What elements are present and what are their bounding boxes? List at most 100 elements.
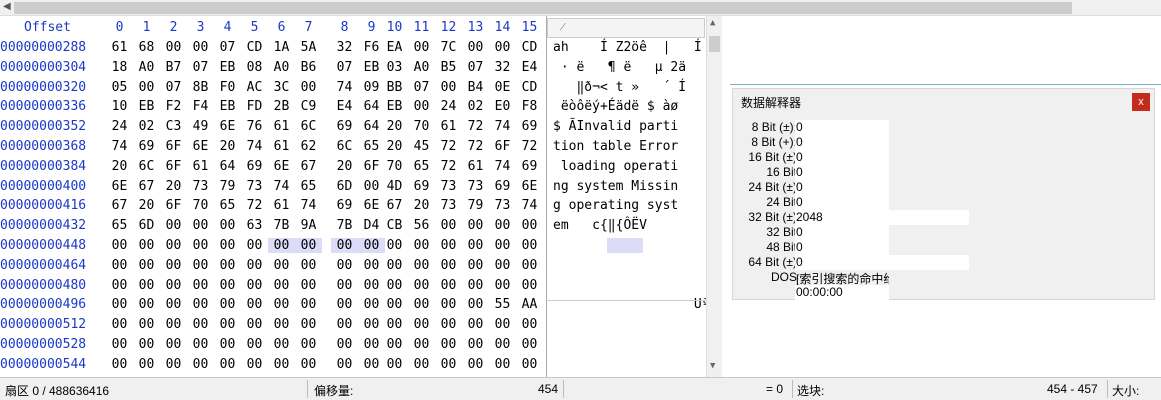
hex-byte[interactable]: 00 (489, 258, 516, 273)
hex-byte[interactable]: 00 (408, 238, 435, 253)
hex-byte[interactable]: 72 (435, 159, 462, 174)
hex-byte[interactable]: 72 (435, 139, 462, 154)
hex-byte[interactable]: 61 (268, 139, 295, 154)
hex-byte[interactable]: 00 (268, 278, 295, 293)
hex-byte[interactable]: 79 (214, 179, 241, 194)
hex-byte[interactable]: 00 (241, 278, 268, 293)
hex-byte[interactable]: EB (381, 99, 408, 114)
hex-byte[interactable]: 72 (462, 139, 489, 154)
hex-byte[interactable]: 74 (241, 139, 268, 154)
hex-byte[interactable]: 00 (381, 258, 408, 273)
hex-byte[interactable]: 6F (160, 198, 187, 213)
interpreter-value[interactable]: 0 (795, 240, 889, 255)
hex-byte[interactable]: 00 (331, 357, 358, 372)
hex-byte[interactable]: 74 (295, 198, 322, 213)
hex-byte[interactable]: 00 (187, 297, 214, 312)
hex-byte[interactable]: 20 (133, 198, 160, 213)
hex-byte[interactable]: 00 (187, 337, 214, 352)
hex-byte[interactable]: 00 (241, 297, 268, 312)
hex-row[interactable]: 00000000544 00 00 00 00 00 00 00 00 00 00 00 00 00 00 0… (0, 355, 546, 375)
hex-byte[interactable]: 00 (462, 357, 489, 372)
hex-byte[interactable]: 00 (516, 357, 543, 372)
hex-byte[interactable]: 00 (489, 317, 516, 332)
hex-byte[interactable]: 00 (241, 317, 268, 332)
hex-byte[interactable]: 0E (489, 80, 516, 95)
hex-byte[interactable]: 4D (381, 179, 408, 194)
hex-byte[interactable]: 72 (241, 198, 268, 213)
hex-byte[interactable]: 6F (160, 159, 187, 174)
hex-byte[interactable]: 00 (516, 317, 543, 332)
hex-byte[interactable]: 00 (133, 337, 160, 352)
hex-byte[interactable]: 00 (408, 357, 435, 372)
hex-byte[interactable]: 69 (133, 139, 160, 154)
hex-byte[interactable]: 00 (187, 258, 214, 273)
hex-row[interactable]: 00000000304 18 A0 B7 07 EB 08 A0 B6 07 EB 03 A0 B5 07 3… (0, 58, 546, 78)
hex-byte[interactable]: 00 (462, 297, 489, 312)
hex-byte[interactable]: 00 (241, 238, 268, 253)
hex-byte[interactable]: 55 (489, 297, 516, 312)
hex-byte[interactable]: 00 (214, 258, 241, 273)
text-row[interactable]: Uª (553, 295, 710, 315)
hex-byte[interactable]: 00 (160, 278, 187, 293)
hex-byte[interactable]: 67 (133, 179, 160, 194)
hex-byte[interactable]: 74 (268, 179, 295, 194)
hex-byte[interactable]: 74 (106, 139, 133, 154)
hex-row[interactable]: 00000000368 74 69 6F 6E 20 74 61 62 6C 65 20 45 72 72 6… (0, 137, 546, 157)
hex-byte[interactable]: 6F (160, 139, 187, 154)
hex-byte[interactable]: 00 (214, 297, 241, 312)
hex-byte[interactable]: E4 (516, 60, 543, 75)
hex-byte[interactable]: 61 (106, 40, 133, 55)
hex-byte[interactable]: 00 (187, 278, 214, 293)
hex-byte[interactable]: BB (381, 80, 408, 95)
text-row[interactable]: loading operati (553, 157, 705, 177)
hex-byte[interactable]: 67 (295, 159, 322, 174)
hex-byte[interactable]: 02 (462, 99, 489, 114)
hex-byte[interactable]: 00 (462, 218, 489, 233)
hex-byte[interactable]: 00 (331, 258, 358, 273)
interpreter-value[interactable]: 0 (795, 180, 889, 195)
hex-byte[interactable]: 00 (408, 317, 435, 332)
hex-row[interactable]: 00000000432 65 6D 00 00 00 63 7B 9A 7B D4 CB 56 00 00 0… (0, 216, 546, 236)
hex-byte[interactable]: 00 (489, 40, 516, 55)
scroll-left-icon[interactable]: ◀ (3, 1, 11, 12)
top-scrollbar-thumb[interactable] (14, 2, 1072, 14)
hex-byte[interactable]: 74 (489, 119, 516, 134)
hex-byte[interactable]: 20 (331, 159, 358, 174)
interpreter-value[interactable]: 0 (795, 195, 889, 210)
hex-byte[interactable]: 69 (516, 159, 543, 174)
hex-byte[interactable]: 00 (381, 278, 408, 293)
hex-row[interactable]: 00000000416 67 20 6F 70 65 72 61 74 69 6E 67 20 73 79 7… (0, 196, 546, 216)
hex-byte[interactable]: 64 (214, 159, 241, 174)
hex-byte[interactable]: 00 (408, 278, 435, 293)
hex-byte[interactable]: 32 (331, 40, 358, 55)
hex-byte[interactable]: 00 (435, 80, 462, 95)
hex-byte[interactable]: 00 (133, 317, 160, 332)
hex-byte[interactable]: 61 (268, 198, 295, 213)
hex-byte[interactable]: 00 (381, 357, 408, 372)
hex-byte[interactable]: 73 (462, 179, 489, 194)
hex-byte[interactable]: 65 (106, 218, 133, 233)
hex-byte[interactable]: 00 (133, 80, 160, 95)
hex-byte[interactable]: 00 (187, 218, 214, 233)
hex-byte[interactable]: 20 (160, 179, 187, 194)
hex-byte[interactable]: 7B (268, 218, 295, 233)
hex-byte[interactable]: 00 (160, 218, 187, 233)
interpreter-value[interactable]: 0 (795, 255, 969, 270)
hex-byte[interactable]: F4 (187, 99, 214, 114)
hex-byte[interactable]: EB (214, 60, 241, 75)
hex-byte[interactable]: B5 (435, 60, 462, 75)
hex-byte[interactable]: 00 (295, 297, 322, 312)
hex-byte[interactable]: 49 (187, 119, 214, 134)
hex-byte[interactable]: 20 (106, 159, 133, 174)
hex-byte[interactable]: F0 (214, 80, 241, 95)
text-row[interactable] (553, 355, 705, 375)
hex-byte[interactable]: 00 (268, 297, 295, 312)
hex-byte[interactable]: 24 (435, 99, 462, 114)
hex-byte[interactable]: 00 (295, 337, 322, 352)
hex-byte[interactable]: A0 (408, 60, 435, 75)
hex-byte[interactable]: 00 (462, 238, 489, 253)
hex-byte[interactable]: 69 (408, 179, 435, 194)
hex-byte[interactable]: 00 (462, 317, 489, 332)
hex-byte[interactable]: 00 (331, 278, 358, 293)
close-button[interactable]: x (1132, 93, 1150, 111)
